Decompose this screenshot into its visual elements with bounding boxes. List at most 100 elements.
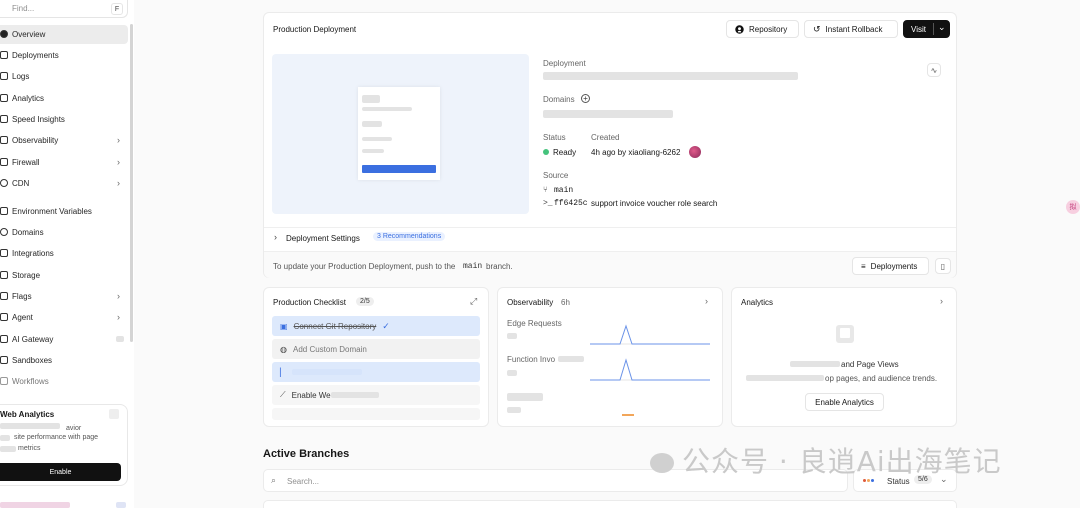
deployment-preview[interactable] [272, 54, 529, 214]
footer-text-post: branch. [486, 262, 513, 271]
close-icon[interactable] [109, 409, 119, 419]
visit-button[interactable]: Visit ⌄ [903, 20, 950, 38]
enable-analytics-button[interactable]: Enable Analytics [805, 393, 884, 411]
preview-button [362, 165, 436, 173]
globe-icon: ◍ [280, 344, 287, 354]
analytics-headline: and Page Views [841, 360, 899, 369]
sidebar-item-ai-gateway[interactable]: AI Gateway [0, 330, 128, 349]
chevron-down-icon[interactable]: ⌄ [938, 22, 946, 33]
sidebar-item-label: Domains [12, 228, 44, 237]
deployment-settings-label[interactable]: Deployment Settings [286, 234, 360, 243]
sidebar-item-label: Firewall [12, 158, 40, 167]
blurred-area [292, 369, 363, 375]
sidebar-scrollbar[interactable] [130, 24, 133, 342]
observability-card: Observability 6h › Edge Requests Functio… [497, 287, 723, 427]
domains-icon [0, 228, 8, 236]
instant-rollback-button[interactable]: ↺ Instant Rollback [804, 20, 898, 38]
checklist-item-enable-web-analytics[interactable]: ⟋ Enable We [272, 385, 480, 405]
sidebar-item-speed-insights[interactable]: Speed Insights [0, 110, 128, 129]
avatar[interactable] [689, 146, 701, 158]
git-icon: ▣ [280, 321, 288, 331]
commit-message[interactable]: support invoice voucher role search [591, 199, 717, 208]
checklist-item-5[interactable] [272, 408, 480, 420]
observability-icon [0, 136, 8, 144]
sidebar-item-flags[interactable]: Flags › [0, 287, 128, 306]
book-icon[interactable]: ▯ [935, 258, 951, 274]
recommendations-badge[interactable]: 3 Recommendations [373, 232, 446, 241]
branch-name[interactable]: main [554, 186, 573, 195]
observability-title[interactable]: Observability [507, 298, 553, 307]
floating-assistant-icon[interactable]: 拟 [1066, 200, 1080, 214]
checklist-count: 2/5 [356, 297, 374, 306]
blurred-area [558, 356, 584, 362]
checklist-title: Production Checklist [273, 298, 346, 307]
sidebar-item-integrations[interactable]: Integrations [0, 244, 128, 263]
sidebar-item-agent[interactable]: Agent › [0, 308, 128, 327]
chevron-right-icon: › [117, 178, 120, 188]
watermark-text: 公众号 · 良逍Ai出海笔记 [682, 445, 1002, 478]
github-icon [735, 24, 744, 34]
production-deployment-title: Production Deployment [273, 25, 357, 34]
created-label: Created [591, 133, 620, 142]
deployments-button-label: Deployments [870, 261, 918, 271]
sandbox-icon [0, 356, 8, 364]
sidebar-item-domains[interactable]: Domains [0, 223, 128, 242]
footer-text-pre: To update your Production Deployment, pu… [273, 262, 456, 271]
agent-icon [0, 313, 8, 321]
sidebar: Find... F Overview Deployments Logs Anal… [0, 0, 134, 508]
checklist-item-3[interactable]: ▏ [272, 362, 480, 382]
sidebar-item-firewall[interactable]: Firewall › [0, 153, 128, 172]
blurred-area [116, 502, 126, 508]
sidebar-item-sandboxes[interactable]: Sandboxes [0, 351, 128, 370]
sidebar-item-label: Workflows [12, 377, 49, 386]
web-analytics-desc-3: metrics [18, 445, 41, 452]
firewall-icon [0, 158, 8, 166]
activity-icon[interactable]: ∿ [927, 63, 941, 77]
repository-button[interactable]: Repository [726, 20, 799, 38]
blurred-area [362, 137, 392, 141]
sidebar-item-environment-variables[interactable]: Environment Variables [0, 202, 128, 221]
deployments-button[interactable]: ≡ Deployments [852, 257, 929, 275]
sidebar-item-label: AI Gateway [12, 335, 54, 344]
blurred-area [790, 361, 840, 367]
find-placeholder: Find... [12, 4, 35, 13]
web-analytics-desc-2: site performance with page [14, 434, 99, 441]
sidebar-item-overview[interactable]: Overview [0, 25, 128, 44]
sidebar-item-label: CDN [12, 179, 30, 188]
blurred-area [543, 110, 673, 118]
overview-icon [0, 30, 8, 38]
visit-label: Visit [911, 24, 926, 34]
sidebar-item-observability[interactable]: Observability › [0, 131, 128, 150]
find-input[interactable]: Find... F [0, 0, 128, 18]
commit-hash[interactable]: ff6425c [554, 199, 588, 208]
chevron-right-icon: › [117, 135, 120, 145]
sidebar-item-workflows[interactable]: Workflows [0, 372, 128, 391]
expand-icon[interactable]: ⤢ [470, 296, 477, 307]
domains-label: Domains [543, 95, 575, 104]
blurred-area [543, 72, 798, 80]
blurred-area [116, 336, 124, 342]
production-checklist-card: Production Checklist 2/5 ⤢ ▣ Connect Git… [263, 287, 489, 427]
checklist-item-add-domain[interactable]: ◍ Add Custom Domain [272, 339, 480, 359]
wechat-icon [650, 453, 674, 473]
analytics-title[interactable]: Analytics [741, 298, 773, 307]
analytics-card: Analytics › and Page Views op pages, and… [731, 287, 957, 427]
chevron-right-icon[interactable]: › [274, 232, 277, 242]
deployment-label: Deployment [543, 59, 586, 68]
blurred-area [0, 435, 10, 441]
enable-web-analytics-button[interactable]: Enable [0, 463, 121, 481]
web-analytics-card: Web Analytics avior site performance wit… [0, 404, 128, 486]
blurred-area [362, 95, 380, 103]
sidebar-item-cdn[interactable]: CDN › [0, 174, 128, 193]
chevron-right-icon[interactable]: › [940, 296, 943, 306]
sidebar-item-analytics[interactable]: Analytics [0, 89, 128, 108]
sidebar-item-storage[interactable]: Storage [0, 266, 128, 285]
search-icon: ⌕ [271, 475, 277, 485]
add-domain-icon[interactable]: + [581, 94, 590, 103]
sidebar-item-logs[interactable]: Logs [0, 67, 128, 86]
blurred-area [362, 149, 384, 153]
logs-icon [0, 72, 8, 80]
chevron-right-icon[interactable]: › [705, 296, 708, 306]
checklist-item-connect-git[interactable]: ▣ Connect Git Repository ✓ [272, 316, 480, 336]
sidebar-item-deployments[interactable]: Deployments [0, 46, 128, 65]
